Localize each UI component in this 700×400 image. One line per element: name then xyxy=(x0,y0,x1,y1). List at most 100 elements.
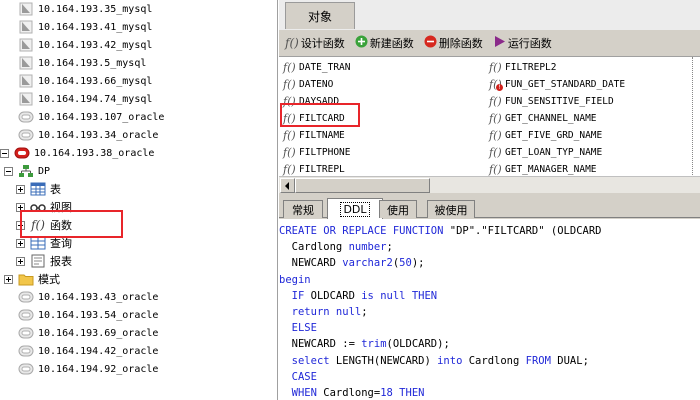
tree-schema-dp[interactable]: DP xyxy=(0,162,277,180)
expand-icon[interactable] xyxy=(16,256,25,266)
expand-icon[interactable] xyxy=(4,274,13,284)
code-line: ELSE xyxy=(291,322,317,335)
function-item-get-five-grd-name[interactable]: f() GET_FIVE_GRD_NAME xyxy=(489,127,602,144)
mysql-connection-icon xyxy=(18,2,34,16)
tree-node-views[interactable]: 视图 xyxy=(0,198,277,216)
tree-conn-10-164-193-66-mysql[interactable]: 10.164.193.66_mysql xyxy=(0,72,277,90)
ddl-code-editor[interactable]: CREATE OR REPLACE FUNCTION "DP"."FILTCAR… xyxy=(279,219,700,400)
tree-node-models[interactable]: 模式 xyxy=(0,270,277,288)
function-icon: f() xyxy=(283,129,296,142)
tree-item-label: 10.164.193.34_oracle xyxy=(38,129,159,141)
tree-conn-10-164-193-43-oracle[interactable]: 10.164.193.43_oracle xyxy=(0,288,277,306)
function-item-filtcard[interactable]: f() FILTCARD xyxy=(283,110,345,127)
oracle-connection-icon xyxy=(18,326,34,340)
tree-item-label: 查询 xyxy=(50,237,72,250)
function-item-fun-get-standard-date[interactable]: f()FUN_GET_STANDARD_DATE xyxy=(489,76,625,93)
function-icon: f() xyxy=(283,163,296,176)
new-function-button[interactable]: 新建函数 xyxy=(355,35,414,51)
expand-icon[interactable] xyxy=(16,220,25,230)
scrollbar-thumb[interactable] xyxy=(295,178,430,193)
tree-conn-10-164-194-42-oracle[interactable]: 10.164.194.42_oracle xyxy=(0,342,277,360)
folder-icon xyxy=(18,272,34,286)
function-icon: f() xyxy=(489,61,502,74)
function-name: GET_CHANNEL_NAME xyxy=(505,113,597,124)
function-icon: f() xyxy=(283,95,296,108)
mysql-connection-icon xyxy=(18,92,34,106)
mysql-connection-icon xyxy=(18,20,34,34)
design-function-button[interactable]: f() 设计函数 xyxy=(285,35,345,51)
tree-node-tables[interactable]: 表 xyxy=(0,180,277,198)
tree-item-label: 模式 xyxy=(38,273,60,286)
delete-function-label: 删除函数 xyxy=(438,37,483,50)
tree-conn-10-164-194-74-mysql[interactable]: 10.164.194.74_mysql xyxy=(0,90,277,108)
tree-item-label: 10.164.193.69_oracle xyxy=(38,327,159,339)
tab-general-label: 常规 xyxy=(292,203,314,217)
tab-usage[interactable]: 使用 xyxy=(379,200,417,218)
tab-ddl[interactable]: DDL xyxy=(327,198,383,219)
tree-node-queries[interactable]: 查询 xyxy=(0,234,277,252)
tree-item-label: 10.164.193.38_oracle xyxy=(34,147,155,159)
query-icon xyxy=(30,236,46,250)
mysql-connection-icon xyxy=(18,38,34,52)
function-item-dateno[interactable]: f() DATENO xyxy=(283,76,333,93)
collapse-icon[interactable] xyxy=(0,148,9,158)
expand-icon[interactable] xyxy=(16,202,25,212)
code-line: NEWCARD varchar2(50); xyxy=(291,257,425,270)
tab-general[interactable]: 常规 xyxy=(283,200,323,218)
tree-conn-10-164-193-34-oracle[interactable]: 10.164.193.34_oracle xyxy=(0,126,277,144)
navigator-tree[interactable]: 10.164.193.35_mysql 10.164.193.41_mysql 10… xyxy=(0,0,278,400)
view-icon xyxy=(30,200,46,214)
expand-icon[interactable] xyxy=(16,184,25,194)
run-function-button[interactable]: 运行函数 xyxy=(493,35,552,51)
function-name: FILTREPL xyxy=(299,164,345,175)
function-name: DATE_TRAN xyxy=(299,62,351,73)
tree-conn-10-164-193-54-oracle[interactable]: 10.164.193.54_oracle xyxy=(0,306,277,324)
code-line: WHEN Cardlong=18 THEN xyxy=(291,386,425,399)
run-function-label: 运行函数 xyxy=(507,37,552,50)
oracle-connection-icon xyxy=(18,362,34,376)
tab-used-by[interactable]: 被使用 xyxy=(427,200,475,218)
function-warning-icon: f() xyxy=(489,78,505,91)
add-icon xyxy=(355,35,368,51)
function-item-date-tran[interactable]: f() DATE_TRAN xyxy=(283,59,350,76)
tree-conn-10-164-194-92-oracle[interactable]: 10.164.194.92_oracle xyxy=(0,360,277,378)
tree-conn-10-164-193-35-mysql[interactable]: 10.164.193.35_mysql xyxy=(0,0,277,18)
code-line: select LENGTH(NEWCARD) into Cardlong FRO… xyxy=(291,354,589,367)
tree-conn-10-164-193-107-oracle[interactable]: 10.164.193.107_oracle xyxy=(0,108,277,126)
code-line: IF OLDCARD is null THEN xyxy=(291,289,438,302)
function-item-filtphone[interactable]: f() FILTPHONE xyxy=(283,144,350,161)
function-name: GET_LOAN_TYP_NAME xyxy=(505,147,603,158)
function-item-fun-sensitive-field[interactable]: f() FUN_SENSITIVE_FIELD xyxy=(489,93,614,110)
tree-conn-10-164-193-5-mysql[interactable]: 10.164.193.5_mysql xyxy=(0,54,277,72)
function-item-get-loan-typ-name[interactable]: f() GET_LOAN_TYP_NAME xyxy=(489,144,602,161)
run-icon xyxy=(493,35,506,51)
function-icon: f() xyxy=(489,163,502,176)
function-item-get-channel-name[interactable]: f() GET_CHANNEL_NAME xyxy=(489,110,597,127)
tree-conn-10-164-193-69-oracle[interactable]: 10.164.193.69_oracle xyxy=(0,324,277,342)
oracle-connection-icon xyxy=(18,344,34,358)
tree-conn-10-164-193-41-mysql[interactable]: 10.164.193.41_mysql xyxy=(0,18,277,36)
tree-conn-expanded[interactable]: 10.164.193.38_oracle xyxy=(0,144,277,162)
tree-conn-10-164-193-42-mysql[interactable]: 10.164.193.42_mysql xyxy=(0,36,277,54)
delete-function-button[interactable]: 删除函数 xyxy=(424,35,483,51)
tree-node-functions[interactable]: f() 函数 xyxy=(0,216,277,234)
function-list[interactable]: f() DATE_TRAN f() DATENO f() DAYSADD f() FILTCA… xyxy=(279,56,700,177)
collapse-icon[interactable] xyxy=(4,166,13,176)
scroll-left-button[interactable] xyxy=(280,178,295,193)
mysql-connection-icon xyxy=(18,56,34,70)
new-function-label: 新建函数 xyxy=(369,37,414,50)
function-icon: f() xyxy=(31,218,45,232)
function-name: FILTCARD xyxy=(299,113,345,124)
expand-icon[interactable] xyxy=(16,238,25,248)
tab-ddl-label: DDL xyxy=(340,201,370,217)
tab-objects[interactable]: 对象 xyxy=(285,2,355,29)
function-item-filtrepl2[interactable]: f() FILTREPL2 xyxy=(489,59,556,76)
function-item-filtname[interactable]: f() FILTNAME xyxy=(283,127,345,144)
horizontal-scrollbar[interactable] xyxy=(279,176,700,193)
design-function-label: 设计函数 xyxy=(300,37,345,50)
tree-node-reports[interactable]: 报表 xyxy=(0,252,277,270)
function-icon: f() xyxy=(489,129,502,142)
detail-tabs: 常规 DDL 使用 被使用 xyxy=(279,198,700,219)
function-item-daysadd[interactable]: f() DAYSADD xyxy=(283,93,339,110)
tree-item-label: 表 xyxy=(50,183,61,196)
